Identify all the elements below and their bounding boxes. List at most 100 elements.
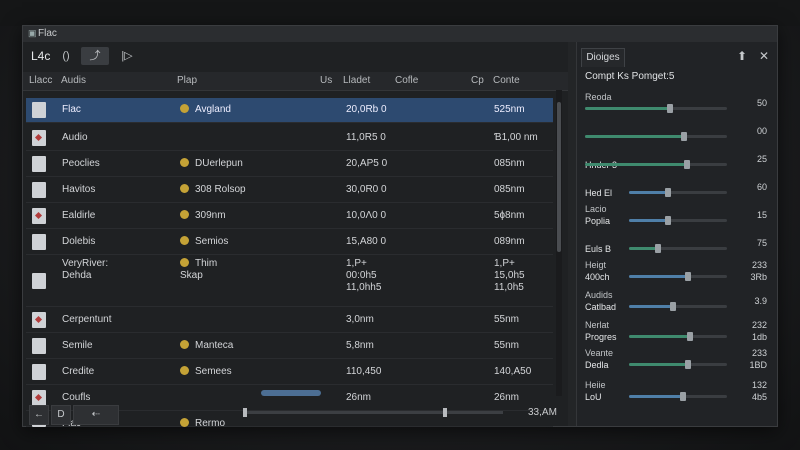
row-name: Credite xyxy=(62,366,95,377)
slider-sublabel: Poplia xyxy=(585,216,611,226)
slider-track[interactable] xyxy=(629,392,727,401)
window-title: Flac xyxy=(38,28,57,39)
slider-sublabel: 400ch xyxy=(585,272,610,282)
table-row[interactable]: Cerpentunt 3,0nm 55nm xyxy=(26,308,553,333)
pin-icon[interactable]: ⬆ xyxy=(737,49,747,63)
slider-track[interactable] xyxy=(629,216,727,225)
status-badge-icon xyxy=(180,236,189,245)
slider-track[interactable] xyxy=(585,132,727,141)
slider-row: Hed El 60 xyxy=(577,176,777,202)
col-header-1[interactable]: Audis xyxy=(61,75,86,86)
col-header-3[interactable]: Us xyxy=(320,75,332,86)
slider-row: Nerlat Progres 232 1db xyxy=(577,320,777,346)
table-row[interactable]: Audio 11,0R5 0 Ɓ1,00 nm xyxy=(26,126,553,151)
col-header-6[interactable]: Cp xyxy=(471,75,484,86)
table-row[interactable]: VeryRiver: Dehda Thim Skap 1,P+ 00:0h5 11,… xyxy=(26,256,553,307)
row-detail: Manteca xyxy=(180,340,233,352)
slider-track[interactable] xyxy=(629,332,727,341)
col-header-4[interactable]: Lladet xyxy=(343,75,370,86)
file-thumbnail-icon xyxy=(32,364,46,380)
slider-handle[interactable] xyxy=(684,272,691,281)
app-icon: ▣ xyxy=(28,28,37,38)
slider-handle[interactable] xyxy=(681,132,688,141)
share-icon[interactable]: ⤴ xyxy=(81,47,109,65)
slider-track[interactable] xyxy=(629,244,727,253)
back-icon[interactable]: ← xyxy=(29,405,49,425)
slider-sublabel: Progres xyxy=(585,332,617,342)
row-name: VeryRiver: Dehda xyxy=(62,258,109,281)
seek-end-handle[interactable] xyxy=(443,408,447,417)
file-thumbnail-icon xyxy=(32,312,46,328)
row-size: 110,450 xyxy=(346,366,382,377)
slider-handle[interactable] xyxy=(665,188,672,197)
table-row[interactable]: Credite Semees 110,450 140,Α50 xyxy=(26,360,553,385)
slider-handle[interactable] xyxy=(655,244,662,253)
table-row[interactable]: Peoclies DUerlepun 20,ΑP5 0 085nm xyxy=(26,152,553,177)
status-badge-icon xyxy=(180,340,189,349)
slider-row: Hnder 325 xyxy=(577,148,777,174)
col-header-2[interactable]: Plap xyxy=(177,75,197,86)
seek-start-handle[interactable] xyxy=(243,408,247,417)
row-name: Ealdirle xyxy=(62,210,96,221)
slider-value-top: 233 xyxy=(751,348,767,358)
slider-track[interactable] xyxy=(629,272,727,281)
row-length: 525nm xyxy=(494,104,525,115)
slider-handle[interactable] xyxy=(684,360,691,369)
play-icon[interactable]: |▷ xyxy=(117,47,137,65)
row-name: Havitos xyxy=(62,184,96,195)
slider-handle[interactable] xyxy=(665,216,672,225)
file-thumbnail-icon xyxy=(32,208,46,224)
row-size: 15,Α80 0 xyxy=(346,236,387,247)
slider-track[interactable] xyxy=(629,302,727,311)
side-title: Compt Ks Pomget:5 xyxy=(585,71,675,82)
row-size: 1,P+ 00:0h5 11,0hh5 xyxy=(346,258,382,293)
slider-track[interactable] xyxy=(585,104,727,113)
slider-value-bottom: 3Rb xyxy=(750,272,767,282)
time-display: 33,AM xyxy=(528,407,557,418)
table-row[interactable]: Havitos 308 Rolsop 30,0R0 0 085nm xyxy=(26,178,553,203)
slider-label: Nerlat xyxy=(585,320,610,330)
close-icon[interactable]: ✕ xyxy=(759,49,769,63)
slider-track[interactable] xyxy=(585,160,727,169)
slider-value: 3.9 xyxy=(754,296,767,306)
file-thumbnail-icon xyxy=(32,156,46,172)
toolbar-label: L4c xyxy=(31,49,51,63)
col-header-7[interactable]: Conte xyxy=(493,75,520,86)
slider-track[interactable] xyxy=(629,188,727,197)
slider-value-top: 132 xyxy=(751,380,767,390)
file-thumbnail-icon xyxy=(32,130,46,146)
slider-handle[interactable] xyxy=(679,392,686,401)
slider-sublabel: Hed El xyxy=(585,188,613,198)
table-row[interactable]: Flac Avgland 20,0Rb 0 525nm xyxy=(26,98,553,123)
row-detail: 309nm xyxy=(180,210,226,222)
table-row[interactable]: Ealdirle 309nm 10,0Λ0 0 5ɸ8nm xyxy=(26,204,553,229)
slider-value: 00 xyxy=(756,126,767,136)
row-detail: Semios xyxy=(180,236,228,248)
info-icon[interactable]: () xyxy=(59,47,73,65)
slider-row: Reoda 50 xyxy=(577,92,777,118)
table-row[interactable]: Dolebis Semios 15,Α80 0 089nm xyxy=(26,230,553,255)
seek-bar[interactable] xyxy=(243,408,503,417)
prev-button[interactable]: ⇠ xyxy=(73,405,119,425)
row-length: 5ɸ8nm xyxy=(494,210,525,221)
d-button[interactable]: D xyxy=(51,405,71,425)
col-header-0[interactable]: Llacc xyxy=(29,75,52,86)
slider-track[interactable] xyxy=(629,360,727,369)
slider-value-bottom: 4b5 xyxy=(751,392,767,402)
col-header-5[interactable]: Cofle xyxy=(395,75,418,86)
slider-value: 60 xyxy=(756,182,767,192)
side-panel: Dioiges ⬆ ✕ Compt Ks Pomget:5 Reoda 50 00 H… xyxy=(576,42,777,426)
slider-handle[interactable] xyxy=(670,302,677,311)
horizontal-scroll-thumb[interactable] xyxy=(261,390,321,396)
slider-value: 15 xyxy=(756,210,767,220)
row-length: 089nm xyxy=(494,236,525,247)
slider-handle[interactable] xyxy=(684,160,691,169)
slider-label: Lacio xyxy=(585,204,607,214)
row-length: Ɓ1,00 nm xyxy=(494,132,538,143)
table-row[interactable]: Semile Manteca 5,8nm 55nm xyxy=(26,334,553,359)
slider-handle[interactable] xyxy=(667,104,674,113)
side-tab[interactable]: Dioiges xyxy=(581,48,625,67)
slider-handle[interactable] xyxy=(686,332,693,341)
slider-label: Heiie xyxy=(585,380,606,390)
vertical-scroll-thumb[interactable] xyxy=(557,102,561,252)
